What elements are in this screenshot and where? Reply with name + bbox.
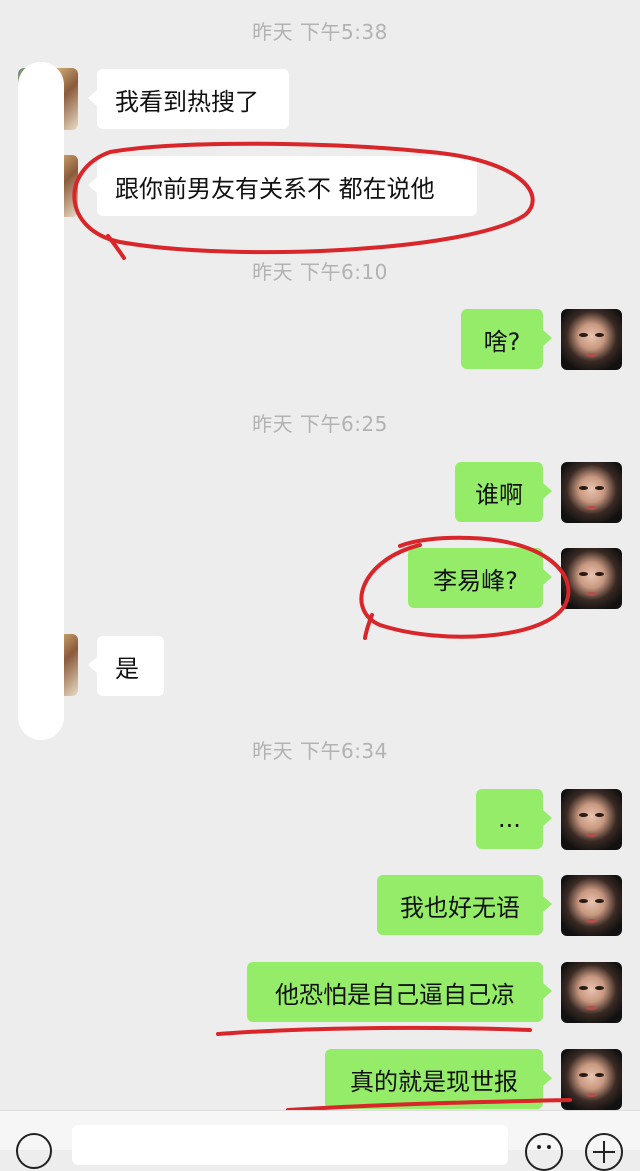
- message-text: 啥?: [483, 327, 521, 356]
- message-bubble-outgoing[interactable]: 啥?: [461, 309, 552, 369]
- message-text: 他恐怕是自己逼自己凉: [275, 980, 515, 1009]
- timestamp: 昨天 下午5:38: [252, 20, 388, 44]
- message-bubble-outgoing[interactable]: 他恐怕是自己逼自己凉: [247, 962, 552, 1022]
- message-text: 跟你前男友有关系不 都在说他: [115, 174, 435, 203]
- message-bubble-outgoing[interactable]: 李易峰?: [408, 548, 552, 608]
- message-bubble-outgoing[interactable]: 真的就是现世报: [325, 1049, 552, 1109]
- plus-icon[interactable]: [585, 1133, 623, 1171]
- message-text: 我也好无语: [400, 893, 520, 922]
- message-text: 是: [115, 654, 139, 683]
- my-avatar[interactable]: [561, 875, 622, 936]
- my-avatar[interactable]: [561, 309, 622, 370]
- my-avatar[interactable]: [561, 962, 622, 1023]
- message-text: 真的就是现世报: [350, 1067, 518, 1096]
- my-avatar[interactable]: [561, 462, 622, 523]
- message-text: 谁啊: [475, 480, 523, 509]
- message-text: 李易峰?: [433, 566, 518, 595]
- timestamp: 昨天 下午6:25: [252, 412, 388, 436]
- message-bubble-outgoing[interactable]: 我也好无语: [377, 875, 552, 935]
- timestamp: 昨天 下午6:34: [252, 739, 388, 763]
- timestamp: 昨天 下午6:10: [252, 260, 388, 284]
- annotation-ellipse: [106, 234, 126, 260]
- message-bubble-incoming[interactable]: 跟你前男友有关系不 都在说他: [88, 156, 477, 216]
- voice-icon[interactable]: [16, 1133, 52, 1169]
- input-bar: [0, 1110, 640, 1171]
- message-bubble-outgoing[interactable]: 谁啊: [455, 462, 552, 522]
- annotation-underline: [216, 1025, 532, 1036]
- my-avatar[interactable]: [561, 548, 622, 609]
- my-avatar[interactable]: [561, 789, 622, 850]
- annotation-ellipse: [363, 613, 374, 640]
- message-bubble-outgoing[interactable]: ...: [476, 789, 552, 849]
- my-avatar[interactable]: [561, 1049, 622, 1110]
- message-input[interactable]: [72, 1125, 508, 1165]
- message-bubble-incoming[interactable]: 我看到热搜了: [88, 69, 289, 129]
- message-text: ...: [498, 805, 521, 833]
- emoji-icon[interactable]: [525, 1133, 563, 1171]
- message-bubble-incoming[interactable]: 是: [88, 636, 164, 696]
- redaction-strip-overlay: [18, 62, 64, 740]
- message-text: 我看到热搜了: [115, 87, 259, 116]
